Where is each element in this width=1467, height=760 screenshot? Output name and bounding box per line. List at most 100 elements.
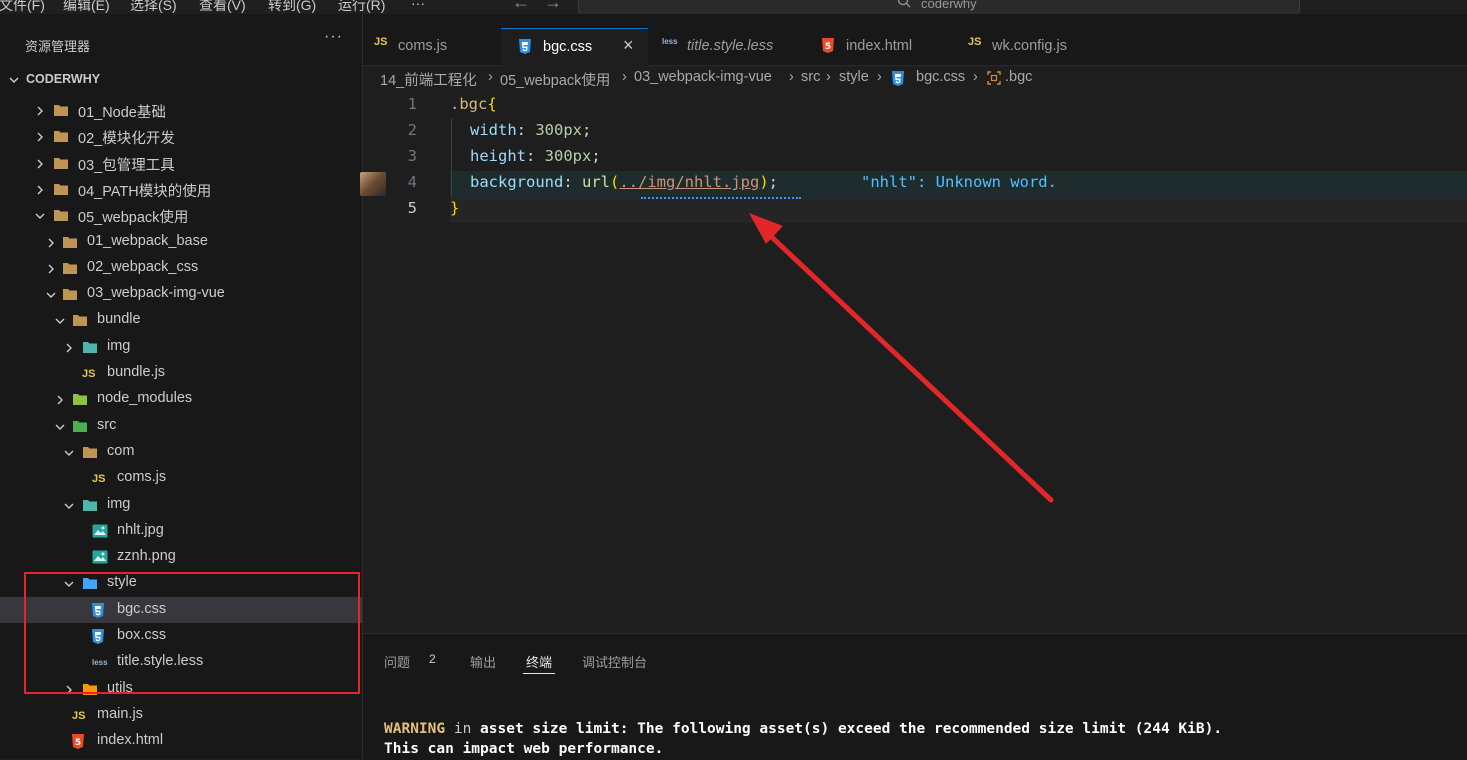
tree-item[interactable]: 02_模块化开发 [0,123,362,149]
tree-item[interactable]: bundle [0,307,362,333]
breadcrumb-item[interactable]: style [839,69,869,85]
chevron-down-icon[interactable] [54,315,66,327]
chevron-right-icon[interactable] [34,105,46,117]
breadcrumb: 14_前端工程化 › 05_webpack使用 › 03_webpack-img… [363,66,1467,92]
tree-item[interactable]: nhlt.jpg [0,518,362,544]
menu-goto[interactable]: 转到(G) [268,0,316,14]
css-selector-icon [987,71,1001,85]
back-arrow-icon[interactable]: ← [512,0,530,13]
tab-problems[interactable]: 问题 [384,652,410,671]
menu-file[interactable]: 文件(F) [0,0,45,14]
terminal-text: asset size limit: The following asset(s)… [480,721,1223,737]
tree-item[interactable]: JS bundle.js [0,360,362,386]
breadcrumb-item[interactable]: .bgc [1005,69,1032,85]
breadcrumb-separator-icon: › [789,69,794,85]
html-file-icon: 5 [822,38,834,53]
tree-item[interactable]: 01_webpack_base [0,229,362,255]
breadcrumb-separator-icon: › [973,69,978,85]
chevron-down-icon[interactable] [54,421,66,433]
node-modules-folder-icon [72,392,88,406]
active-tab-indicator [523,673,555,674]
breadcrumb-item[interactable]: 05_webpack使用 [500,69,610,90]
tree-item-label: 04_PATH模块的使用 [78,183,212,200]
tree-item[interactable]: com [0,439,362,465]
tab-debug-console[interactable]: 调试控制台 [582,652,647,671]
tree-item[interactable]: img [0,334,362,360]
breadcrumb-item[interactable]: 14_前端工程化 [380,69,477,90]
tree-item[interactable]: JS main.js [0,702,362,728]
tree-item-label: index.html [97,732,164,749]
breadcrumb-separator-icon: › [622,69,627,85]
code-editor[interactable]: 1 2 3 4 5 .bgc{ width: 300px; height: 30… [360,92,1467,632]
tab-output[interactable]: 输出 [470,652,496,671]
explorer-title: 资源管理器 [25,39,91,54]
chevron-down-icon[interactable] [45,289,57,301]
tree-item[interactable]: 03_webpack-img-vue [0,281,362,307]
svg-text:5: 5 [825,42,831,52]
tab-wk-config-js[interactable]: JS wk.config.js [951,28,1105,65]
folder-icon [62,261,78,275]
explorer-sidebar: 资源管理器 ··· CODERWHY 01_Node基础 02_模块化开发 03_包… [0,14,363,759]
tree-item[interactable]: 03_包管理工具 [0,150,362,176]
tree-item[interactable]: 02_webpack_css [0,255,362,281]
chevron-right-icon[interactable] [34,131,46,143]
tree-item-label: 02_webpack_css [87,258,199,275]
explorer-more-actions-icon[interactable]: ··· [324,28,343,46]
breadcrumb-separator-icon: › [826,69,831,85]
chevron-down-icon[interactable] [34,210,46,222]
tree-item[interactable]: 04_PATH模块的使用 [0,176,362,202]
breadcrumb-item[interactable]: src [801,69,820,85]
tree-item[interactable]: JS coms.js [0,465,362,491]
menu-run[interactable]: 运行(R) [338,0,385,14]
js-file-icon: JS [72,709,86,722]
chevron-down-icon[interactable] [63,500,75,512]
tree-item[interactable]: 01_Node基础 [0,97,362,123]
svg-text:5: 5 [75,738,81,748]
tree-item-label: 05_webpack使用 [78,210,189,227]
folder-open-icon [62,287,78,301]
menu-view[interactable]: 查看(V) [199,0,246,14]
image-folder-open-icon [82,498,98,512]
tab-bgc-css[interactable]: bgc.css × [501,28,648,66]
folder-icon [53,182,69,196]
tree-item[interactable]: img [0,492,362,518]
tree-item[interactable]: node_modules [0,386,362,412]
menu-selection[interactable]: 选择(S) [130,0,177,14]
js-file-icon: JS [374,36,388,48]
chevron-right-icon[interactable] [54,394,66,406]
chevron-right-icon[interactable] [45,237,57,249]
menu-edit[interactable]: 编辑(E) [63,0,110,14]
tab-index-html[interactable]: 5 index.html [803,28,951,65]
chevron-right-icon[interactable] [34,184,46,196]
tree-item-label: node_modules [97,390,193,407]
forward-arrow-icon[interactable]: → [544,0,562,13]
breadcrumb-item[interactable]: bgc.css [916,69,965,85]
tree-item[interactable]: 05_webpack使用 [0,202,362,228]
js-file-icon: JS [968,36,982,48]
command-center-text: coderwhy [921,0,977,11]
tree-item-label: 02_模块化开发 [78,131,175,148]
folder-icon [62,235,78,249]
annotation-highlight-box [24,572,360,694]
tree-item-label: zznh.png [117,548,176,565]
chevron-right-icon[interactable] [34,158,46,170]
command-center-search[interactable]: coderwhy [578,0,1300,14]
tab-coms-js[interactable]: JS coms.js [363,28,501,65]
image-file-icon [92,550,108,564]
css-file-icon [519,39,531,54]
close-icon[interactable]: × [623,35,634,56]
menu-more[interactable]: ··· [411,0,425,11]
chevron-right-icon[interactable] [63,342,75,354]
tab-terminal[interactable]: 终端 [526,652,552,671]
tree-item[interactable]: src [0,413,362,439]
image-file-icon [92,524,108,538]
tree-item[interactable]: zznh.png [0,544,362,570]
tab-title-style-less[interactable]: less title.style.less [648,28,803,65]
chevron-down-icon[interactable] [63,447,75,459]
tab-label: wk.config.js [992,38,1067,54]
workspace-root[interactable]: CODERWHY [0,70,362,92]
breadcrumb-item[interactable]: 03_webpack-img-vue [634,69,772,85]
chevron-right-icon[interactable] [45,263,57,275]
folder-icon [53,103,69,117]
tree-item[interactable]: 5 index.html [0,728,362,754]
